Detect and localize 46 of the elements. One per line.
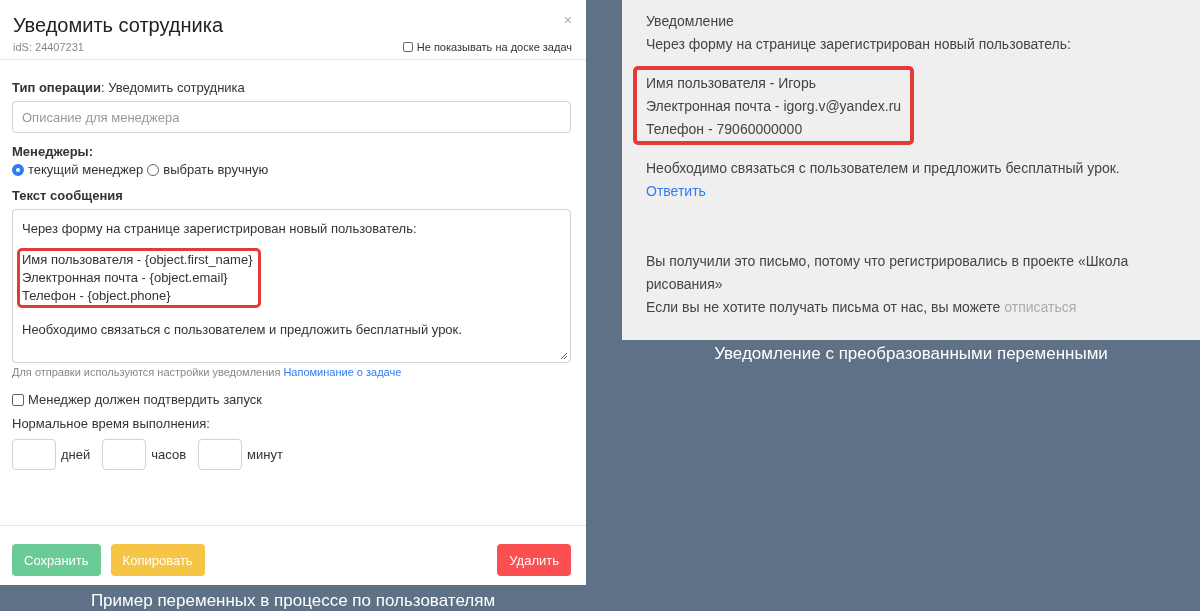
checkbox-label: Менеджер должен подтвердить запуск	[28, 392, 262, 407]
description-field[interactable]: Описание для менеджера	[12, 101, 571, 133]
email-title: Уведомление	[646, 12, 734, 31]
close-button[interactable]: ×	[563, 12, 572, 28]
checkbox-label: Не показывать на доске задач	[416, 41, 572, 53]
checkbox[interactable]	[402, 42, 413, 52]
managers-label: Менеджеры:	[12, 144, 95, 159]
footer-text: Если вы не хотите получать письма от нас, вы можете	[646, 299, 1001, 315]
email-line: Имя пользователя - Игорь	[646, 74, 817, 93]
message-line: Телефон - {object.phone}	[22, 287, 172, 305]
copy-button[interactable]: Копировать	[110, 544, 205, 576]
duration-field[interactable]	[102, 438, 147, 470]
radio-button[interactable]	[12, 163, 24, 176]
hint-text: Для отправки используются настройки уведомления	[12, 366, 281, 378]
duration-field[interactable]	[12, 438, 56, 470]
email-line: Электронная почта - igorg.v@yandex.ru	[646, 97, 902, 116]
radio-label: выбрать вручную	[163, 162, 269, 177]
radio-label: текущий менеджер	[28, 162, 144, 177]
duration-label: Нормальное время выполнения:	[12, 415, 211, 431]
message-line: Имя пользователя - {object.first_name}	[22, 251, 253, 269]
email-line: Необходимо связаться с пользователем и предложить бесплатный урок.	[646, 159, 1120, 178]
checkbox[interactable]	[12, 393, 24, 406]
caption: Уведомление с преобразованными переменными	[713, 344, 1109, 364]
operation-type-text: Тип операции: Уведомить сотрудника	[12, 80, 246, 95]
unit-label: минут	[247, 446, 283, 462]
reply-link[interactable]: Ответить	[646, 180, 706, 203]
message-label: Текст сообщения	[12, 188, 124, 203]
message-field[interactable]	[12, 209, 571, 363]
caption: Пример переменных в процессе по пользователям	[89, 591, 497, 611]
delete-button[interactable]: Удалить	[497, 544, 571, 576]
radio-button[interactable]	[147, 163, 160, 176]
message-line: Необходимо связаться с пользователем и предложить бесплатный урок.	[22, 321, 462, 339]
email-line: Телефон - 79060000000	[646, 120, 804, 139]
dialog-title: Уведомить сотрудника	[13, 14, 224, 37]
unit-label: дней	[61, 446, 91, 462]
id-label: idS: 24407231	[13, 41, 84, 53]
email-line: Через форму на странице зарегистрирован новый пользователь:	[646, 35, 1071, 54]
unit-label: часов	[151, 446, 187, 462]
duration-field[interactable]	[198, 438, 243, 470]
footer-text: Вы получили это письмо, потому что регистрировались в проекте «Школа рисования»	[646, 252, 1130, 294]
save-button[interactable]: Сохранить	[12, 544, 101, 576]
message-line: Электронная почта - {object.email}	[22, 269, 229, 287]
message-line: Через форму на странице зарегистрирован новый пользователь:	[22, 220, 417, 238]
unsubscribe-link[interactable]: отписаться	[1004, 299, 1077, 315]
resize-grip-icon[interactable]	[560, 352, 568, 360]
settings-link[interactable]: Напоминание о задаче	[283, 366, 402, 378]
